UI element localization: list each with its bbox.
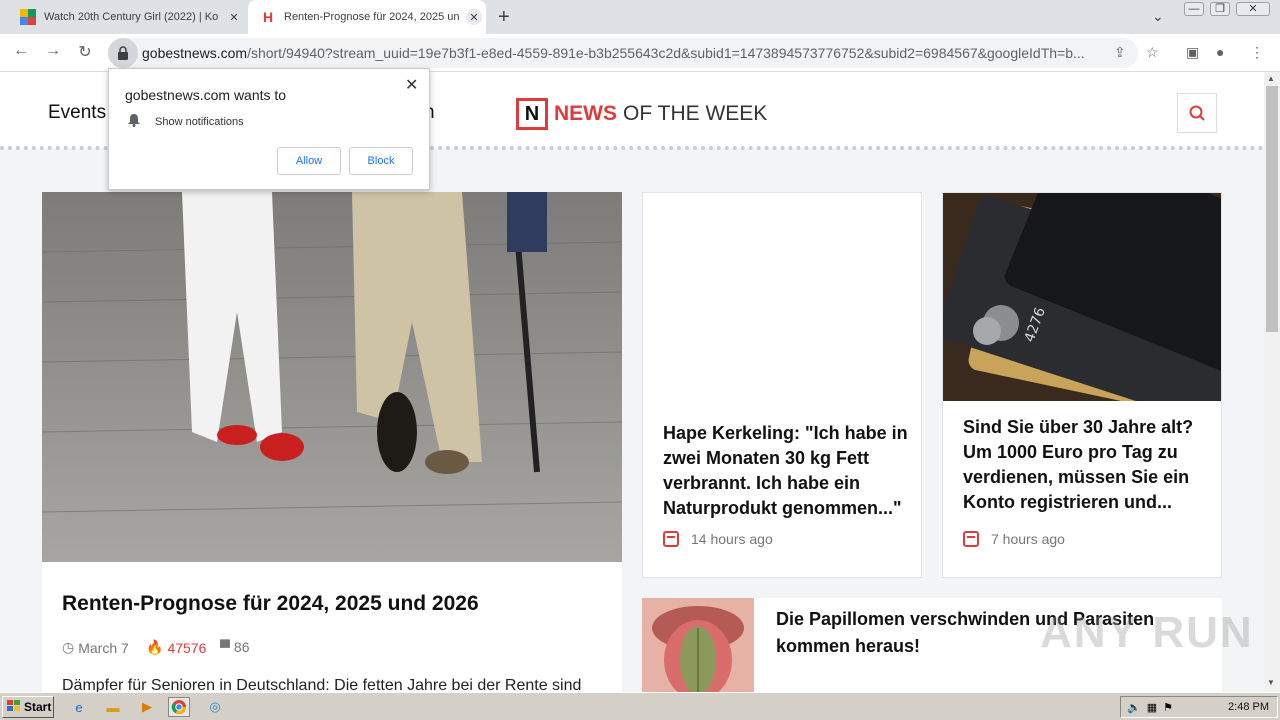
flag-icon[interactable]: ⚑ (1163, 701, 1173, 714)
article-comments[interactable]: ▀ 86 (220, 639, 250, 655)
close-tab-icon[interactable]: ✕ (466, 9, 482, 25)
media-player-icon[interactable]: ▶ (136, 697, 158, 717)
article-card[interactable]: Hape Kerkeling: "Ich habe in zwei Monate… (642, 192, 922, 578)
bell-icon (127, 113, 141, 130)
close-tab-icon[interactable]: ✕ (226, 9, 242, 25)
hero-article-image[interactable] (42, 192, 622, 562)
bookmark-star-icon[interactable]: ☆ (1146, 44, 1159, 61)
close-icon[interactable]: ✕ (405, 75, 418, 95)
forward-arrow-icon[interactable]: → (42, 42, 64, 60)
article-card-title[interactable]: Sind Sie über 30 Jahre alt? Um 1000 Euro… (963, 415, 1208, 515)
article-views: 🔥 47576 (146, 639, 207, 656)
fire-icon: 🔥 (146, 639, 164, 655)
site-logo[interactable]: N NEWS OF THE WEEK (516, 98, 767, 130)
logo-letter: N (516, 98, 548, 130)
scroll-down-arrow-icon[interactable]: ▼ (1267, 678, 1275, 687)
network-icon[interactable]: ▦ (1147, 701, 1157, 714)
clock: 2:48 PM (1228, 701, 1269, 713)
tab-search-chevron-icon[interactable]: ⌄ (1152, 8, 1164, 25)
tab-strip: Watch 20th Century Girl (2022) | Ko ✕ H … (0, 0, 1280, 34)
folder-icon[interactable]: ▬ (102, 697, 124, 717)
logo-of-the-week: OF THE WEEK (623, 102, 768, 125)
url-text[interactable]: gobestnews.com/short/94940?stream_uuid=1… (142, 45, 1102, 61)
tongue-image[interactable] (642, 598, 754, 692)
close-window-button[interactable]: ✕ (1236, 2, 1270, 16)
system-tray: 🔈 ▦ ⚑ 2:48 PM (1120, 696, 1278, 718)
hero-article-body: Renten-Prognose für 2024, 2025 und 2026 … (42, 562, 622, 692)
hero-article-excerpt: Dämpfer für Senioren in Deutschland: Die… (62, 677, 582, 692)
popup-title: gobestnews.com wants to (125, 87, 287, 103)
news-site-favicon-icon: H (262, 9, 274, 25)
side-panel-icon[interactable]: ▣ (1186, 44, 1199, 61)
search-button[interactable] (1177, 93, 1217, 133)
volume-icon[interactable]: 🔈 (1127, 701, 1141, 714)
tab-renten-prognose[interactable]: H Renten-Prognose für 2024, 2025 und ✕ (248, 0, 486, 34)
chrome-icon[interactable] (168, 697, 190, 717)
article-date: ◷ March 7 (62, 639, 129, 656)
new-tab-button[interactable]: + (498, 6, 510, 29)
tab-watch-movie[interactable]: Watch 20th Century Girl (2022) | Ko ✕ (8, 0, 246, 34)
notification-permission-popup: gobestnews.com wants to ✕ Show notificat… (108, 68, 430, 190)
article-card[interactable]: 4276 Sind Sie über 30 Jahre alt? Um 1000… (942, 192, 1222, 578)
windows-logo-icon (7, 699, 21, 715)
share-icon[interactable]: ⇪ (1114, 44, 1126, 61)
lock-icon[interactable] (108, 38, 138, 68)
page-scrollbar[interactable]: ▲ ▼ (1264, 72, 1280, 692)
permission-label: Show notifications (155, 115, 244, 128)
reload-icon[interactable]: ↻ (74, 42, 96, 62)
comment-icon: ▀ (220, 639, 230, 655)
clock-icon: ◷ (62, 639, 75, 655)
article-card-date: 7 hours ago (963, 531, 1065, 547)
hero-article-title[interactable]: Renten-Prognose für 2024, 2025 und 2026 (62, 592, 479, 616)
calendar-icon (963, 531, 979, 547)
scrollbar-thumb[interactable] (1266, 86, 1278, 332)
scroll-up-arrow-icon[interactable]: ▲ (1267, 74, 1275, 83)
article-card-title[interactable]: Hape Kerkeling: "Ich habe in zwei Monate… (663, 421, 908, 521)
tab-title: Watch 20th Century Girl (2022) | Ko (44, 11, 219, 23)
logo-news: NEWS (554, 102, 617, 125)
minimize-button[interactable]: — (1184, 2, 1204, 16)
edge-icon[interactable]: ◎ (204, 697, 226, 717)
permission-row: Show notifications (127, 113, 244, 130)
block-button[interactable]: Block (349, 147, 413, 175)
article-card-date: 14 hours ago (663, 531, 773, 547)
profile-avatar-icon[interactable]: ● (1216, 44, 1224, 60)
allow-button[interactable]: Allow (277, 147, 341, 175)
credit-card-image[interactable]: 4276 (943, 193, 1221, 401)
start-button[interactable]: Start (2, 696, 54, 718)
maximize-button[interactable]: ❐ (1210, 2, 1230, 16)
menu-kebab-icon[interactable]: ⋮ (1250, 44, 1264, 61)
back-arrow-icon[interactable]: ← (10, 42, 32, 60)
address-bar[interactable]: gobestnews.com/short/94940?stream_uuid=1… (108, 38, 1138, 68)
anyrun-watermark: ANY RUN (1040, 608, 1254, 657)
internet-explorer-icon[interactable]: e (68, 697, 90, 717)
browser-toolbar: ← → ↻ gobestnews.com/short/94940?stream_… (0, 34, 1280, 72)
calendar-icon (663, 531, 679, 547)
nav-link-events[interactable]: Events (48, 102, 106, 124)
search-icon (1189, 105, 1205, 121)
movie-site-favicon-icon (20, 9, 36, 25)
tab-title: Renten-Prognose für 2024, 2025 und (284, 11, 460, 23)
windows-taskbar: Start e ▬ ▶ ◎ 🔈 ▦ ⚑ 2:48 PM (0, 692, 1280, 720)
